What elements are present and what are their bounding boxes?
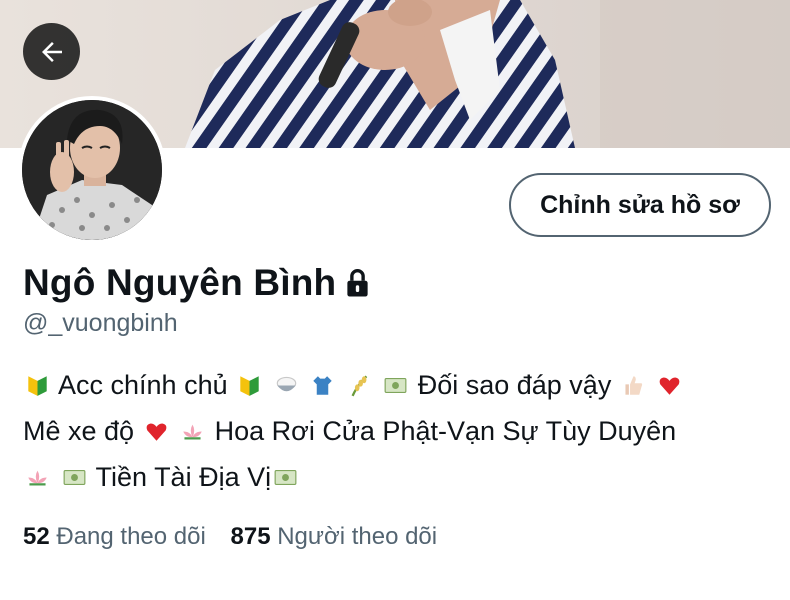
lock-icon: [347, 269, 368, 297]
following-count: 52: [23, 523, 50, 550]
avatar[interactable]: [18, 96, 166, 244]
back-button[interactable]: [23, 23, 80, 80]
bio-text-acc: Acc chính chủ: [58, 370, 228, 400]
display-name: Ngô Nguyên Bình: [23, 262, 337, 303]
bio-text-hoa-roi: Hoa Rơi Cửa Phật-Vạn Sự Tùy Duyên: [214, 416, 677, 446]
beginner-badge-icon: [240, 376, 259, 396]
profile-name-row: Ngô Nguyên Bình: [23, 262, 371, 304]
bio-text-tien-tai: Tiền Tài Địa Vị: [95, 462, 272, 492]
rice-ear-icon: [351, 375, 367, 397]
bio-text-doi-sao: Đối sao đáp vậy: [417, 370, 612, 400]
beginner-badge-icon: [28, 376, 47, 396]
lotus-icon: [183, 424, 202, 440]
following-link[interactable]: 52 Đang theo dõi: [23, 523, 213, 550]
followers-label: Người theo dõi: [277, 523, 438, 550]
lotus-icon: [28, 470, 47, 486]
following-label: Đang theo dõi: [56, 523, 206, 550]
profile-handle: @_vuongbinh: [23, 309, 178, 337]
follow-stats: 52 Đang theo dõi 875 Người theo dõi: [23, 523, 455, 551]
bio-line-3: Tiền Tài Địa Vị: [23, 454, 773, 500]
money-icon: [274, 470, 297, 485]
red-heart-icon: [146, 423, 166, 441]
profile-bio: Acc chính chủ Đối sao đáp vậy Mê xe độ H…: [23, 362, 773, 500]
followers-count: 875: [230, 523, 271, 550]
arrow-left-icon: [41, 41, 62, 62]
bio-text-me-xe: Mê xe độ: [23, 416, 135, 446]
shirt-icon: [313, 376, 332, 395]
red-heart-icon: [660, 377, 680, 395]
rice-bowl-icon: [276, 376, 296, 392]
edit-profile-button[interactable]: Chỉnh sửa hồ sơ: [509, 173, 771, 237]
bio-line-1: Acc chính chủ Đối sao đáp vậy: [23, 362, 773, 408]
money-icon: [384, 378, 407, 393]
followers-link[interactable]: 875 Người theo dõi: [231, 523, 438, 550]
money-icon: [63, 470, 85, 485]
bio-line-2: Mê xe độ Hoa Rơi Cửa Phật-Vạn Sự Tùy Duy…: [23, 408, 773, 454]
thumbs-up-icon: [625, 376, 642, 395]
avatar-photo: [22, 100, 162, 240]
